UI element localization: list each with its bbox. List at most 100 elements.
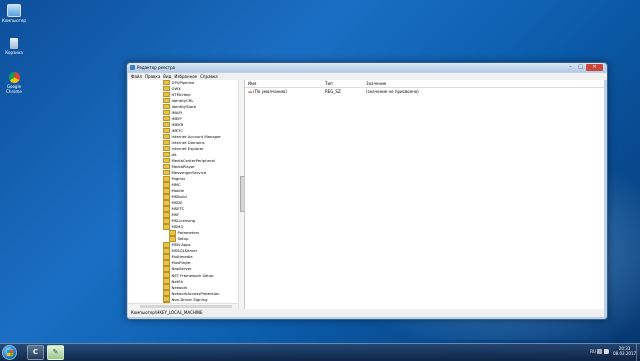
- tree-item-label: Jet: [171, 152, 177, 158]
- desktop-icon-recycle-bin[interactable]: Корзина: [2, 38, 26, 55]
- recycle-bin-icon: [10, 38, 18, 49]
- tree-item-label: GPUPipeline: [171, 80, 195, 85]
- tree-item-label: NetworkAccessProtection: [171, 290, 220, 296]
- tree-item-label: MSETC: [171, 206, 185, 212]
- computer-icon: [7, 4, 21, 17]
- tree-item-label: MusPlayer: [171, 260, 191, 266]
- minimize-button[interactable]: –: [566, 64, 575, 71]
- close-button[interactable]: ✕: [586, 64, 603, 71]
- windows-logo-icon: [7, 350, 13, 356]
- folder-icon: [163, 206, 170, 212]
- folder-icon: [163, 133, 170, 140]
- folder-icon: [163, 157, 170, 164]
- value-name-cell: ab(По умолчанию): [248, 89, 287, 94]
- tree-item-label: Multimedia: [171, 254, 193, 260]
- tray-clock[interactable]: 20:33 08.03.2017: [613, 346, 636, 356]
- ccleaner-icon: C: [32, 348, 39, 356]
- folder-icon: [163, 176, 170, 182]
- taskbar: C ✎ RU 20:33 08.03.2017: [0, 343, 640, 361]
- tree-item-label: MSMQ: [171, 224, 184, 230]
- folder-icon: [163, 80, 170, 86]
- tree-item-label: MediaPlayer: [171, 164, 195, 170]
- folder-icon: [163, 121, 170, 128]
- tree-item-label: IMEKR: [171, 122, 184, 128]
- tree-item-label: GWX: [171, 86, 181, 92]
- start-button[interactable]: [2, 345, 17, 360]
- tree-item-label: MMC: [171, 182, 181, 188]
- folder-icon: [163, 139, 170, 146]
- regedit-app-icon: [130, 65, 135, 70]
- tree-item-label: MSF: [171, 212, 180, 218]
- window-title: Редактор реестра: [137, 65, 176, 70]
- folder-icon: [163, 97, 170, 104]
- folder-icon: [163, 85, 170, 92]
- menu-file[interactable]: Файл: [131, 73, 142, 80]
- tree-item-label: NapServer: [171, 266, 192, 272]
- volume-icon[interactable]: [604, 349, 609, 354]
- tree-item-label: Setup: [177, 236, 189, 242]
- app-icon: ✎: [52, 348, 59, 356]
- tree-item-label: IdentityStore: [171, 104, 197, 110]
- tree-item-label: MSBuild: [171, 194, 187, 200]
- folder-icon: [163, 145, 170, 152]
- desktop-icon-label: Компьютер: [2, 18, 26, 23]
- column-type[interactable]: Тип: [325, 80, 333, 87]
- tree-item-label: MSSQLServer: [171, 248, 198, 254]
- menu-view[interactable]: Вид: [163, 73, 171, 80]
- status-bar: Компьютер\HKEY_LOCAL_MACHINE: [128, 309, 604, 317]
- tree-item-label: IMETC: [171, 128, 184, 134]
- title-bar[interactable]: Редактор реестра – □ ✕: [127, 63, 605, 72]
- folder-icon: [163, 224, 170, 230]
- registry-editor-window: Редактор реестра – □ ✕ Файл Правка Вид И…: [126, 62, 608, 320]
- folder-icon: [163, 91, 170, 98]
- tree-item-label: NET Framework Setup: [171, 272, 214, 278]
- tree-hscroll-thumb[interactable]: [140, 304, 232, 308]
- tree-item-label: MediaCenterPeripheral: [171, 158, 215, 164]
- values-pane: Имя Тип Значение ab(По умолчанию) REG_SZ…: [245, 80, 604, 309]
- values-header: Имя Тип Значение: [245, 80, 604, 88]
- folder-icon: [169, 230, 176, 236]
- clock-date: 08.03.2017: [613, 351, 636, 356]
- tree-item-label: Non-Driver Signing: [171, 296, 208, 302]
- registry-tree: GPUPipeline GWX HTMLHelp IdentityCRL Identit…: [128, 80, 245, 309]
- tree-list: GPUPipeline GWX HTMLHelp IdentityCRL Identit…: [128, 80, 244, 309]
- taskbar-app-ccleaner[interactable]: C: [27, 345, 44, 360]
- folder-icon: [163, 212, 170, 218]
- folder-icon: [163, 218, 170, 224]
- menu-help[interactable]: Справка: [200, 73, 218, 80]
- column-value[interactable]: Значение: [366, 80, 386, 87]
- value-row[interactable]: ab(По умолчанию) REG_SZ (значение не при…: [245, 88, 604, 95]
- menu-bar: Файл Правка Вид Избранное Справка: [128, 73, 607, 80]
- folder-icon: [163, 254, 170, 260]
- folder-icon: [163, 248, 170, 254]
- value-data-cell: (значение не присвоено): [366, 89, 419, 94]
- desktop-icon-chrome[interactable]: Google Chrome: [2, 72, 26, 94]
- folder-icon: [163, 242, 170, 248]
- taskbar-app-active[interactable]: ✎: [47, 345, 64, 360]
- tree-item-label: Internet Domains: [171, 140, 205, 146]
- desktop-icon-label: Корзина: [5, 50, 23, 55]
- desktop-icon-computer[interactable]: Компьютер: [2, 4, 26, 23]
- folder-icon: [163, 284, 170, 290]
- menu-edit[interactable]: Правка: [145, 73, 160, 80]
- tree-item-label: Internet Account Manager: [171, 134, 221, 140]
- tree-item-label: IMAPI: [171, 110, 182, 116]
- tree-item-label: Parameters: [177, 230, 200, 236]
- tree-item-label: MSLicensing: [171, 218, 196, 224]
- network-icon[interactable]: [597, 349, 602, 354]
- folder-icon: [163, 151, 170, 158]
- menu-favorites[interactable]: Избранное: [174, 73, 197, 80]
- maximize-button[interactable]: □: [576, 64, 585, 71]
- folder-icon: [163, 188, 170, 194]
- language-indicator[interactable]: RU: [590, 349, 596, 354]
- folder-icon: [163, 296, 170, 302]
- folder-icon: [163, 103, 170, 110]
- folder-icon: [163, 290, 170, 296]
- tree-vertical-scrollbar[interactable]: [238, 80, 244, 309]
- tree-item-label: Internet Explorer: [171, 146, 204, 152]
- show-desktop-button[interactable]: [636, 344, 640, 361]
- folder-icon: [163, 194, 170, 200]
- tree-item-label: Migmix: [171, 176, 186, 182]
- tree-item-label: HTMLHelp: [171, 92, 191, 98]
- column-name[interactable]: Имя: [248, 80, 256, 87]
